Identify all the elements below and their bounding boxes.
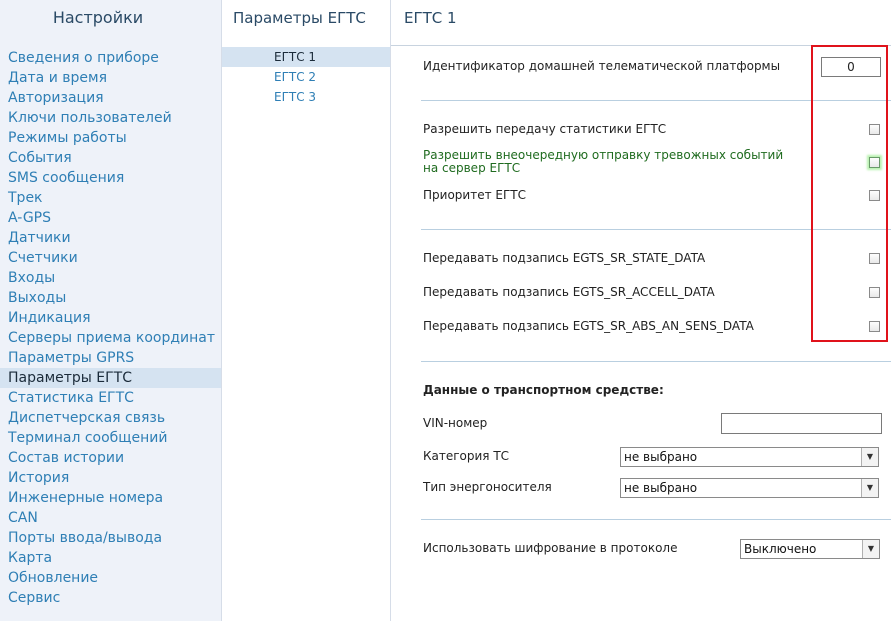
sidebar-item-egts-stats[interactable]: Статистика ЕГТС	[0, 388, 221, 408]
egts-item-2[interactable]: ЕГТС 2	[222, 67, 390, 87]
highlight-frame	[811, 45, 888, 342]
platform-id-label: Идентификатор домашней телематической пл…	[423, 59, 781, 73]
sidebar-item-map[interactable]: Карта	[0, 548, 221, 568]
sidebar-item-gprs[interactable]: Параметры GPRS	[0, 348, 221, 368]
vin-label: VIN-номер	[423, 416, 488, 430]
egts-item-3[interactable]: ЕГТС 3	[222, 87, 390, 107]
sidebar-item-service[interactable]: Сервис	[0, 588, 221, 608]
fuel-type-label: Тип энергоносителя	[423, 480, 552, 494]
fuel-type-value: не выбрано	[624, 481, 698, 495]
sidebar-item-indication[interactable]: Индикация	[0, 308, 221, 328]
sidebar-item-update[interactable]: Обновление	[0, 568, 221, 588]
alarm-events-label-line2: на сервер ЕГТС	[423, 161, 521, 175]
sidebar-item-io-ports[interactable]: Порты ввода/вывода	[0, 528, 221, 548]
encryption-select[interactable]: Выключено ▼	[740, 539, 880, 559]
egts-item-1[interactable]: ЕГТС 1	[222, 47, 390, 67]
sidebar-item-track[interactable]: Трек	[0, 188, 221, 208]
sidebar-item-can[interactable]: CAN	[0, 508, 221, 528]
sidebar-item-history-content[interactable]: Состав истории	[0, 448, 221, 468]
sidebar-item-operating-modes[interactable]: Режимы работы	[0, 128, 221, 148]
sr-accell-label: Передавать подзапись EGTS_SR_ACCELL_DATA	[423, 285, 715, 299]
sidebar-item-dispatch[interactable]: Диспетчерская связь	[0, 408, 221, 428]
vehicle-category-label: Категория ТС	[423, 449, 510, 463]
sidebar-item-device-info[interactable]: Сведения о приборе	[0, 48, 221, 68]
egts-list-panel: Параметры ЕГТС ЕГТС 1 ЕГТС 2 ЕГТС 3	[222, 0, 391, 621]
sidebar-title: Настройки	[52, 8, 144, 27]
sidebar-item-outputs[interactable]: Выходы	[0, 288, 221, 308]
sidebar-item-coordinate-servers[interactable]: Серверы приема координат	[0, 328, 221, 348]
encryption-label: Использовать шифрование в протоколе	[423, 541, 678, 555]
priority-label: Приоритет ЕГТС	[423, 188, 526, 202]
section-divider	[421, 519, 891, 520]
sidebar-item-date-time[interactable]: Дата и время	[0, 68, 221, 88]
sidebar-item-counters[interactable]: Счетчики	[0, 248, 221, 268]
sidebar-item-authorization[interactable]: Авторизация	[0, 88, 221, 108]
sr-abs-label: Передавать подзапись EGTS_SR_ABS_AN_SENS…	[423, 319, 754, 333]
sidebar-item-events[interactable]: События	[0, 148, 221, 168]
settings-sidebar: Настройки Сведения о приборе Дата и врем…	[0, 0, 222, 621]
chevron-down-icon[interactable]: ▼	[861, 479, 878, 497]
section-divider	[421, 361, 891, 362]
egts-list: ЕГТС 1 ЕГТС 2 ЕГТС 3	[222, 47, 390, 107]
chevron-down-icon[interactable]: ▼	[862, 540, 879, 558]
sidebar-item-engineering-numbers[interactable]: Инженерные номера	[0, 488, 221, 508]
encryption-value: Выключено	[744, 542, 817, 556]
sidebar-item-history[interactable]: История	[0, 468, 221, 488]
fuel-type-select[interactable]: не выбрано ▼	[620, 478, 879, 498]
vin-input[interactable]	[721, 413, 882, 434]
sidebar-item-egts-params[interactable]: Параметры ЕГТС	[0, 368, 221, 388]
sidebar-menu: Сведения о приборе Дата и время Авториза…	[0, 48, 221, 608]
vehicle-section-header: Данные о транспортном средстве:	[423, 383, 664, 397]
sidebar-item-inputs[interactable]: Входы	[0, 268, 221, 288]
allow-stats-label: Разрешить передачу статистики ЕГТС	[423, 122, 667, 136]
sidebar-item-sms[interactable]: SMS сообщения	[0, 168, 221, 188]
sidebar-item-user-keys[interactable]: Ключи пользователей	[0, 108, 221, 128]
chevron-down-icon[interactable]: ▼	[861, 448, 878, 466]
vehicle-category-value: не выбрано	[624, 450, 698, 464]
sidebar-item-agps[interactable]: A-GPS	[0, 208, 221, 228]
sidebar-item-message-terminal[interactable]: Терминал сообщений	[0, 428, 221, 448]
sidebar-item-sensors[interactable]: Датчики	[0, 228, 221, 248]
vehicle-category-select[interactable]: не выбрано ▼	[620, 447, 879, 467]
page-title: ЕГТС 1	[404, 9, 457, 27]
sr-state-label: Передавать подзапись EGTS_SR_STATE_DATA	[423, 251, 706, 265]
egts-list-title: Параметры ЕГТС	[233, 9, 366, 27]
alarm-events-label: Разрешить внеочередную отправку тревожны…	[423, 149, 783, 175]
